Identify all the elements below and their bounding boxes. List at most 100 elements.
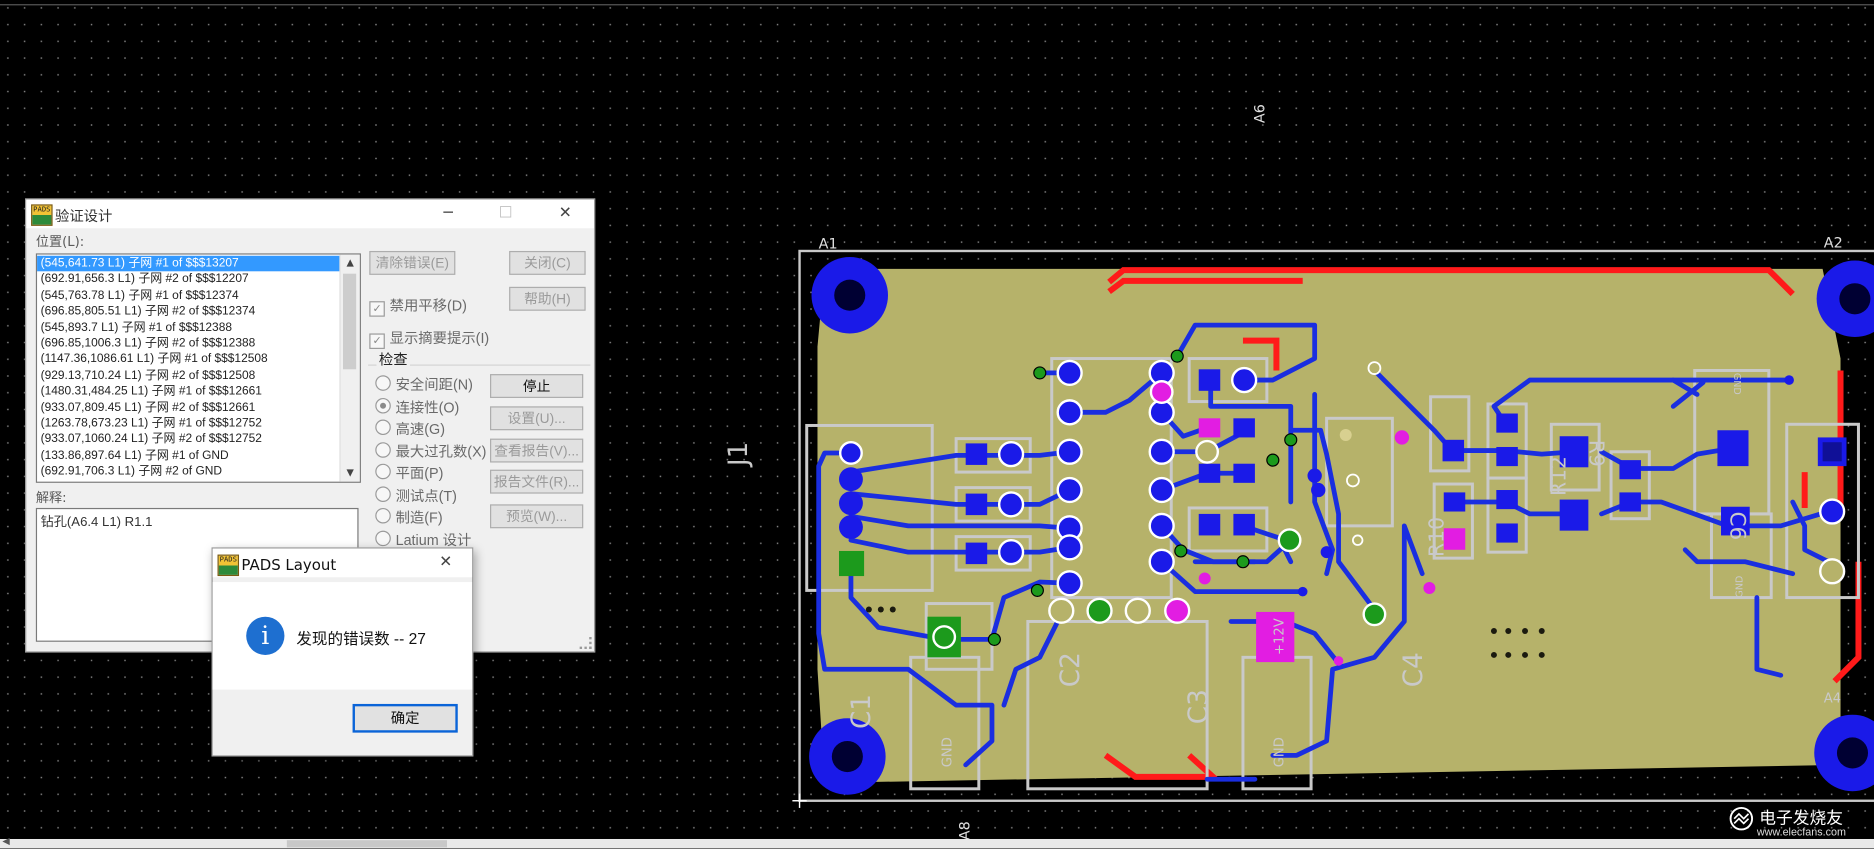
preview-button[interactable]: 预览(W)... bbox=[490, 504, 584, 529]
check-option-radio[interactable]: Latium 设计 bbox=[375, 529, 471, 549]
check-option-radio[interactable]: 连接性(O) bbox=[375, 396, 459, 416]
pads-app-icon: PADS bbox=[31, 204, 53, 226]
check-option-label: 最大过孔数(X) bbox=[395, 442, 487, 460]
radio-dot-icon bbox=[375, 507, 391, 524]
disable-pan-checkbox[interactable]: ✓ 禁用平移(D) bbox=[369, 295, 467, 317]
location-list[interactable]: (545,641.73 L1) 子网 #1 of $$$13207 (692.91… bbox=[35, 253, 361, 483]
checkbox-check-icon: ✓ bbox=[369, 333, 385, 349]
scroll-down-icon[interactable]: ▼ bbox=[341, 465, 360, 482]
disable-pan-label: 禁用平移(D) bbox=[389, 297, 467, 315]
location-list-item[interactable]: (545,763.78 L1) 子网 #1 of $$$12374 bbox=[37, 288, 341, 304]
clear-errors-button[interactable]: 清除错误(E) bbox=[369, 250, 456, 275]
scroll-thumb[interactable] bbox=[343, 273, 357, 370]
check-group-label: 检查 bbox=[376, 348, 410, 370]
location-list-item[interactable]: (1263.78,673.23 L1) 子网 #1 of $$$12752 bbox=[37, 416, 341, 432]
location-list-item[interactable]: (1147.36,1086.61 L1) 子网 #1 of $$$12508 bbox=[37, 352, 341, 368]
refdes-r9: R9 bbox=[1585, 440, 1609, 467]
radio-dot-icon bbox=[375, 463, 391, 480]
radio-dot-icon bbox=[375, 375, 391, 391]
location-list-items: (545,641.73 L1) 子网 #1 of $$$13207 (692.91… bbox=[37, 255, 341, 480]
minimize-icon[interactable]: ─ bbox=[421, 200, 476, 229]
pads-layout-workspace: A6 A8 J1 A1 A2 A4 C1 C2 C3 C4 R9 R10 R12… bbox=[0, 0, 1874, 849]
help-button[interactable]: 帮助(H) bbox=[509, 286, 586, 311]
location-list-item[interactable]: (696.85,1006.3 L1) 子网 #2 of $$$12388 bbox=[37, 336, 341, 352]
location-list-item[interactable]: (933.07,809.45 L1) 子网 #2 of $$$12661 bbox=[37, 400, 341, 416]
close-icon[interactable]: ✕ bbox=[538, 200, 593, 229]
explanation-label: 解释: bbox=[35, 490, 67, 506]
radio-dot-icon bbox=[375, 530, 391, 546]
check-option-radio[interactable]: 测试点(T) bbox=[375, 485, 457, 505]
report-file-button[interactable]: 报告文件(R)... bbox=[490, 469, 584, 494]
check-option-label: 制造(F) bbox=[395, 509, 443, 526]
radio-dot-icon bbox=[375, 419, 391, 436]
close-button[interactable]: 关闭(C) bbox=[509, 250, 586, 275]
refdes-r12: R12 bbox=[1547, 456, 1571, 496]
elecfans-logo-icon bbox=[1729, 806, 1754, 831]
refdes-c3: C3 bbox=[1184, 689, 1214, 724]
maximize-icon[interactable]: ☐ bbox=[478, 200, 533, 229]
check-option-label: 安全间距(N) bbox=[395, 376, 473, 394]
location-list-item[interactable]: (933.07,1060.24 L1) 子网 #2 of $$$12752 bbox=[37, 432, 341, 448]
check-option-label: Latium 设计 bbox=[395, 531, 472, 548]
location-list-item[interactable]: (133.86,897.64 L1) 子网 #1 of GND bbox=[37, 448, 341, 464]
refdes-c6: C6 bbox=[1725, 512, 1750, 541]
message-box[interactable]: PADS PADS Layout ✕ i 发现的错误数 -- 27 确定 bbox=[211, 547, 474, 757]
location-list-item[interactable]: (1480.31,484.25 L1) 子网 #1 of $$$12661 bbox=[37, 384, 341, 400]
location-list-item[interactable]: (545,893.7 L1) 子网 #1 of $$$12388 bbox=[37, 320, 341, 336]
show-summary-checkbox[interactable]: ✓ 显示摘要提示(I) bbox=[369, 327, 489, 349]
ref-label-bottom: A8 bbox=[957, 821, 973, 840]
check-option-radio[interactable]: 高速(G) bbox=[375, 418, 445, 438]
view-report-button[interactable]: 查看报告(V)... bbox=[490, 438, 584, 463]
corner-label-a4: A4 bbox=[1824, 692, 1841, 707]
watermark-subtext: www.elecfans.com bbox=[1756, 825, 1846, 838]
stop-button[interactable]: 停止 bbox=[490, 374, 584, 398]
show-summary-label: 显示摘要提示(I) bbox=[389, 329, 490, 347]
location-list-item[interactable]: (692.91,656.3 L1) 子网 #2 of $$$12207 bbox=[37, 272, 341, 288]
radio-dot-icon bbox=[375, 441, 391, 458]
message-box-title: PADS Layout bbox=[241, 555, 337, 574]
net-label-gnd-top: GND bbox=[1731, 373, 1742, 395]
check-option-radio[interactable]: 安全间距(N) bbox=[375, 374, 473, 394]
check-option-radio[interactable]: 平面(P) bbox=[375, 463, 443, 483]
canvas-horizontal-scrollbar[interactable]: ◀ bbox=[0, 835, 1874, 849]
check-option-label: 高速(G) bbox=[395, 420, 445, 438]
location-list-item[interactable]: (545,641.73 L1) 子网 #1 of $$$13207 bbox=[37, 255, 341, 272]
location-list-scrollbar[interactable]: ▲ ▼ bbox=[339, 254, 360, 482]
resize-grip-icon[interactable] bbox=[579, 637, 592, 649]
location-list-item[interactable]: (696.85,805.51 L1) 子网 #2 of $$$12374 bbox=[37, 304, 341, 320]
ok-button[interactable]: 确定 bbox=[352, 703, 458, 733]
message-box-titlebar[interactable]: PADS PADS Layout ✕ bbox=[212, 548, 473, 578]
close-icon[interactable]: ✕ bbox=[423, 549, 468, 578]
error-count-message: 发现的错误数 -- 27 bbox=[296, 629, 426, 648]
location-list-item[interactable]: (929.13,710.24 L1) 子网 #2 of $$$12508 bbox=[37, 368, 341, 384]
location-label: 位置(L): bbox=[35, 234, 85, 250]
watermark: 电子发烧友 www.elecfans.com bbox=[1728, 798, 1874, 839]
info-icon: i bbox=[246, 616, 285, 655]
settings-button[interactable]: 设置(U)... bbox=[490, 406, 584, 431]
verify-dialog-titlebar[interactable]: PADS 验证设计 ─ ☐ ✕ bbox=[26, 199, 594, 229]
net-label-gnd-c6: GND bbox=[1735, 576, 1746, 598]
check-option-label: 平面(P) bbox=[395, 464, 444, 482]
check-option-radio[interactable]: 制造(F) bbox=[375, 507, 443, 527]
corner-label-a1: A1 bbox=[819, 237, 838, 253]
radio-dot-icon bbox=[375, 485, 391, 502]
refdes-c4: C4 bbox=[1399, 652, 1429, 687]
radio-dot-icon bbox=[375, 397, 391, 413]
verify-dialog-title: 验证设计 bbox=[54, 207, 113, 225]
checkbox-check-icon: ✓ bbox=[369, 301, 385, 317]
net-label-gnd-c1: GND bbox=[940, 737, 955, 767]
horizontal-scroll-thumb[interactable] bbox=[286, 840, 447, 848]
refdes-c1: C1 bbox=[847, 694, 877, 729]
check-option-label: 连接性(O) bbox=[395, 398, 460, 416]
message-box-body: i 发现的错误数 -- 27 bbox=[212, 582, 473, 690]
ref-label-top: A6 bbox=[1252, 104, 1268, 123]
corner-label-a2: A2 bbox=[1824, 235, 1843, 251]
net-label-gnd-c3: GND bbox=[1273, 737, 1288, 767]
pads-app-icon: PADS bbox=[217, 554, 240, 577]
scroll-up-icon[interactable]: ▲ bbox=[341, 255, 360, 272]
location-list-item[interactable]: (692.91,706.3 L1) 子网 #2 of GND bbox=[37, 464, 341, 480]
check-option-label: 测试点(T) bbox=[395, 487, 457, 504]
scroll-left-icon[interactable]: ◀ bbox=[2, 835, 9, 846]
refdes-r10: R10 bbox=[1425, 517, 1449, 557]
check-option-radio[interactable]: 最大过孔数(X) bbox=[375, 440, 486, 460]
